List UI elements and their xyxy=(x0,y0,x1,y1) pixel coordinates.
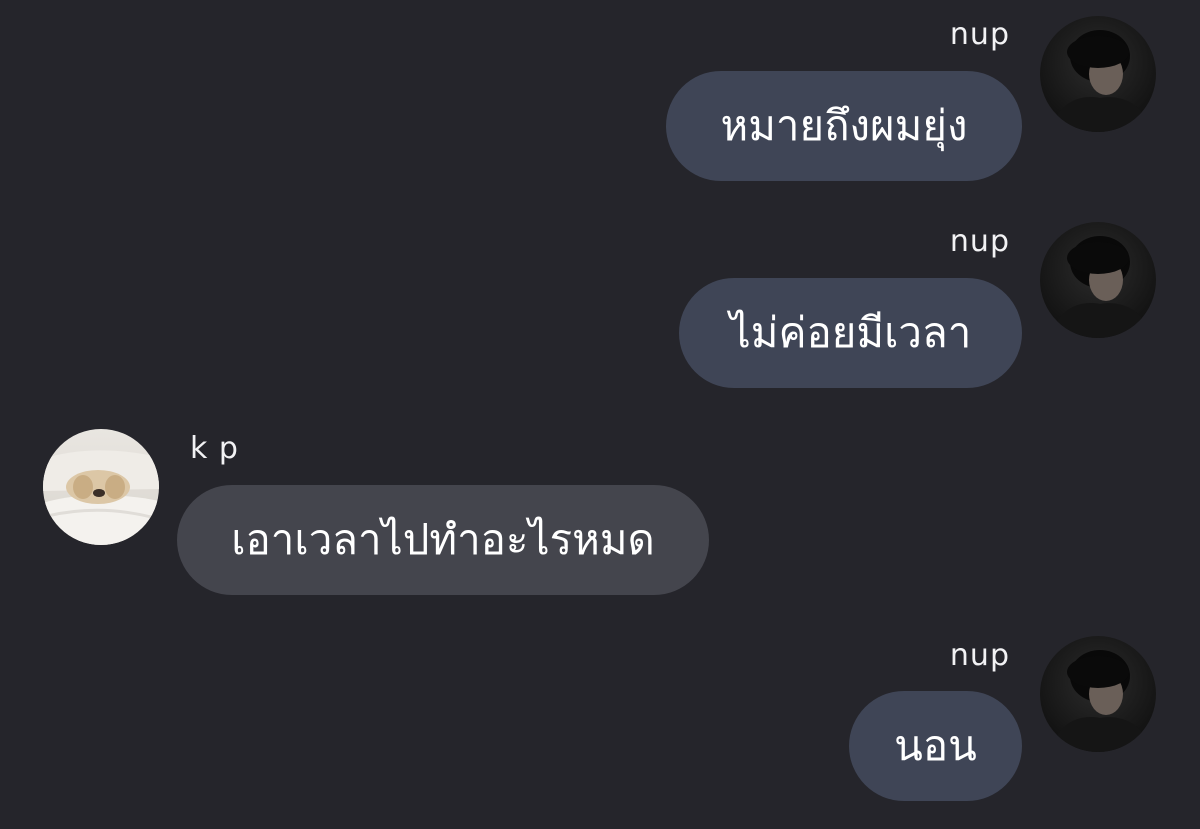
message-bubble[interactable]: หมายถึงผมยุ่ง xyxy=(666,71,1022,181)
puppy-avatar-icon[interactable] xyxy=(43,429,159,545)
person-avatar-icon[interactable] xyxy=(1040,636,1156,752)
sender-name: nup xyxy=(949,638,1010,673)
sender-name: nup xyxy=(949,224,1010,259)
sender-name: k p xyxy=(190,431,239,466)
sender-name: nup xyxy=(949,17,1010,52)
message-bubble[interactable]: เอาเวลาไปทำอะไรหมด xyxy=(177,485,709,595)
person-avatar-icon[interactable] xyxy=(1040,16,1156,132)
message-bubble[interactable]: ไม่ค่อยมีเวลา xyxy=(679,278,1022,388)
message-bubble[interactable]: นอน xyxy=(849,691,1022,801)
person-avatar-icon[interactable] xyxy=(1040,222,1156,338)
